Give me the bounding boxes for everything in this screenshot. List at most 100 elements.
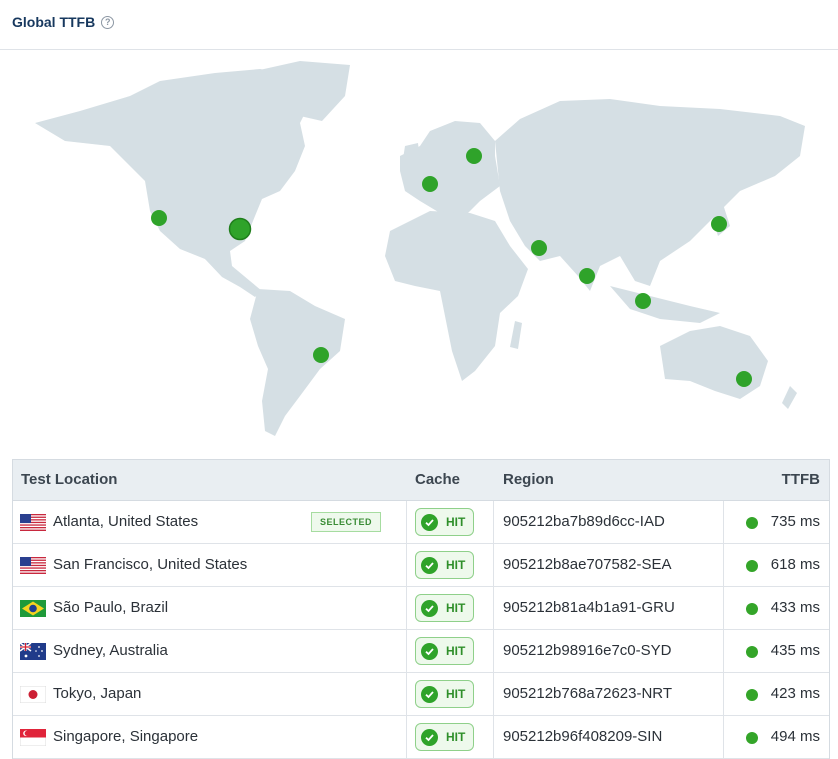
south-america-land xyxy=(250,289,345,436)
pop-marker-london[interactable] xyxy=(422,176,438,192)
africa-land xyxy=(385,211,528,381)
divider xyxy=(723,501,724,543)
divider xyxy=(406,501,407,543)
check-circle-icon xyxy=(421,642,438,660)
status-dot-icon xyxy=(746,732,758,744)
location-name: San Francisco, United States xyxy=(53,556,248,573)
europe-land xyxy=(400,121,500,216)
cache-status: HIT xyxy=(446,687,466,701)
location-name: Sydney, Australia xyxy=(53,642,168,659)
ttfb-value: 735 ms xyxy=(770,513,820,530)
br-flag-icon xyxy=(20,600,46,617)
table-row[interactable]: Sydney, Australia HIT 905212b98916e7c0-S… xyxy=(13,630,829,673)
location-name: São Paulo, Brazil xyxy=(53,599,169,616)
jp-flag-icon xyxy=(20,686,46,703)
col-test-location[interactable]: Test Location xyxy=(21,471,117,488)
cache-hit-badge: HIT xyxy=(415,551,474,579)
sg-flag-icon xyxy=(20,729,46,746)
pop-marker-sydney[interactable] xyxy=(736,371,752,387)
check-circle-icon xyxy=(421,728,438,746)
madagascar-land xyxy=(510,321,522,349)
ttfb-value: 494 ms xyxy=(770,728,820,745)
asia-land xyxy=(495,99,805,291)
check-circle-icon xyxy=(421,599,438,617)
us-flag-icon xyxy=(20,557,46,574)
table-row[interactable]: Singapore, Singapore HIT 905212b96f40820… xyxy=(13,716,829,759)
region-id: 905212b768a72623-NRT xyxy=(503,685,673,702)
col-region[interactable]: Region xyxy=(503,471,554,488)
table-header: Test Location Cache Region TTFB xyxy=(13,460,829,501)
se-asia-islands-land xyxy=(610,286,720,323)
pop-marker-san-francisco[interactable] xyxy=(151,210,167,226)
col-ttfb[interactable]: TTFB xyxy=(782,471,820,488)
table-row[interactable]: San Francisco, United States HIT 905212b… xyxy=(13,544,829,587)
pop-marker-sao-paulo[interactable] xyxy=(313,347,329,363)
ttfb-value: 433 ms xyxy=(770,599,820,616)
divider xyxy=(493,587,494,629)
pop-marker-tokyo[interactable] xyxy=(711,216,727,232)
cache-status: HIT xyxy=(446,601,466,615)
divider xyxy=(406,544,407,586)
table-row[interactable]: Tokyo, Japan HIT 905212b768a72623-NRT 42… xyxy=(13,673,829,716)
cache-status: HIT xyxy=(446,730,466,744)
australia-land xyxy=(660,326,768,399)
pop-marker-stockholm[interactable] xyxy=(466,148,482,164)
world-map xyxy=(35,61,805,436)
new-zealand-land xyxy=(782,386,797,409)
north-america-land xyxy=(35,69,312,273)
divider xyxy=(406,587,407,629)
table-row[interactable]: Atlanta, United States SELECTED HIT 9052… xyxy=(13,501,829,544)
title-text: Global TTFB xyxy=(12,14,96,30)
divider xyxy=(406,630,407,672)
divider xyxy=(493,716,494,758)
cache-status: HIT xyxy=(446,515,466,529)
ttfb-value: 435 ms xyxy=(770,642,820,659)
continents xyxy=(35,61,805,436)
divider xyxy=(723,630,724,672)
cache-status: HIT xyxy=(446,644,466,658)
divider xyxy=(723,544,724,586)
ttfb-value: 618 ms xyxy=(770,556,820,573)
location-name: Atlanta, United States xyxy=(53,513,199,530)
divider xyxy=(493,630,494,672)
cache-hit-badge: HIT xyxy=(415,637,474,665)
location-name: Singapore, Singapore xyxy=(53,728,199,745)
check-circle-icon xyxy=(421,513,438,531)
col-cache[interactable]: Cache xyxy=(415,471,460,488)
pop-marker-atlanta[interactable] xyxy=(228,217,252,241)
status-dot-icon xyxy=(746,646,758,658)
cache-hit-badge: HIT xyxy=(415,508,474,536)
status-dot-icon xyxy=(746,517,758,529)
results-table: Test Location Cache Region TTFB Atlanta,… xyxy=(12,459,830,759)
region-id: 905212b81a4b1a91-GRU xyxy=(503,599,675,616)
status-dot-icon xyxy=(746,689,758,701)
divider xyxy=(493,501,494,543)
check-circle-icon xyxy=(421,556,438,574)
selected-badge: SELECTED xyxy=(311,512,381,532)
divider xyxy=(723,673,724,715)
status-dot-icon xyxy=(746,560,758,572)
status-dot-icon xyxy=(746,603,758,615)
region-id: 905212ba7b89d6cc-IAD xyxy=(503,513,665,530)
region-id: 905212b98916e7c0-SYD xyxy=(503,642,672,659)
cache-status: HIT xyxy=(446,558,466,572)
pop-marker-dubai[interactable] xyxy=(531,240,547,256)
divider xyxy=(406,716,407,758)
card-header: Global TTFB ? xyxy=(0,0,838,50)
cache-hit-badge: HIT xyxy=(415,594,474,622)
au-flag-icon xyxy=(20,643,46,660)
location-name: Tokyo, Japan xyxy=(53,685,142,702)
table-row[interactable]: São Paulo, Brazil HIT 905212b81a4b1a91-G… xyxy=(13,587,829,630)
region-id: 905212b96f408209-SIN xyxy=(503,728,663,745)
cache-hit-badge: HIT xyxy=(415,723,474,751)
check-circle-icon xyxy=(421,685,438,703)
pop-marker-mumbai[interactable] xyxy=(579,268,595,284)
divider xyxy=(723,587,724,629)
us-flag-icon xyxy=(20,514,46,531)
question-circle-icon[interactable]: ? xyxy=(101,15,115,29)
ttfb-value: 423 ms xyxy=(770,685,820,702)
divider xyxy=(493,544,494,586)
region-id: 905212b8ae707582-SEA xyxy=(503,556,672,573)
cache-hit-badge: HIT xyxy=(415,680,474,708)
pop-marker-singapore[interactable] xyxy=(635,293,651,309)
